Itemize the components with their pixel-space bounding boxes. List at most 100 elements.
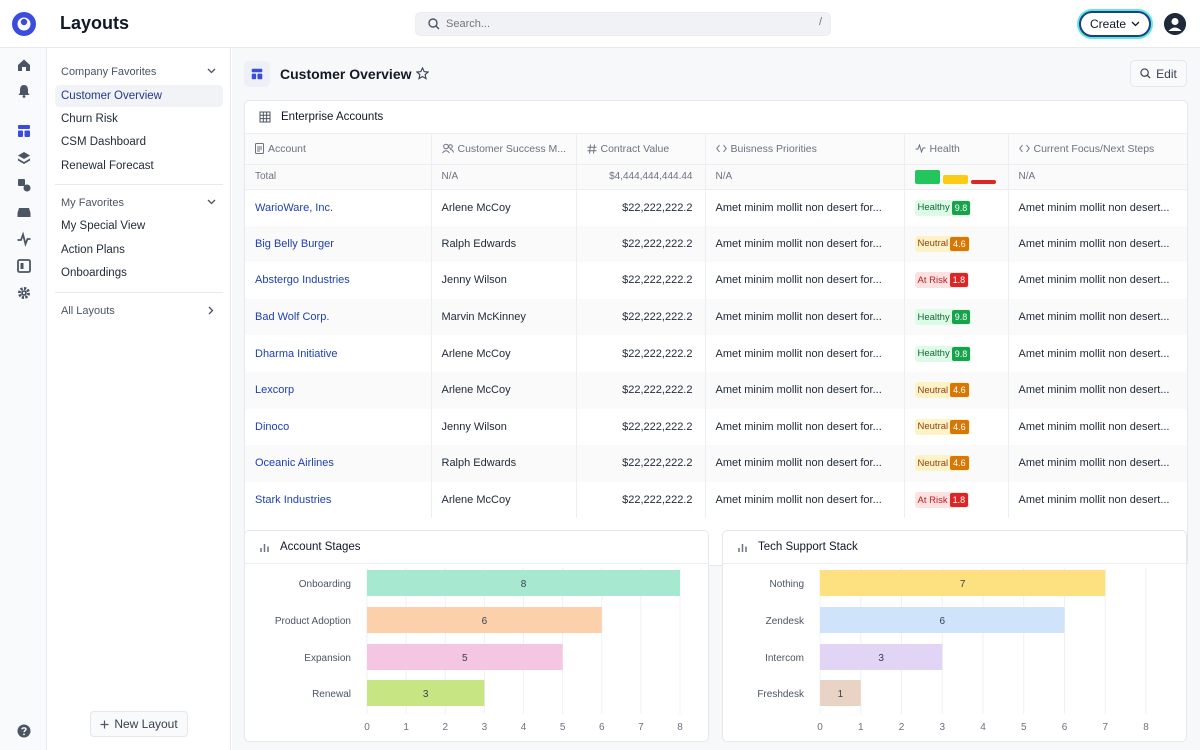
health-score: 9.8 <box>951 310 971 325</box>
table-row[interactable]: WarioWare, Inc. Arlene McCoy $22,222,222.2… <box>245 189 1187 226</box>
health-badge[interactable]: Neutral 4.6 <box>914 235 970 252</box>
layouts-sidebar: Company Favorites Customer Overview Chur… <box>47 48 231 750</box>
health-label: Neutral <box>917 238 949 250</box>
health-cell: Neutral 4.6 <box>904 225 1009 263</box>
csm-cell: Arlene McCoy <box>431 335 577 372</box>
column-header[interactable]: Health <box>904 134 1009 165</box>
table-row[interactable]: Abstergo Industries Jenny Wilson $22,222,2… <box>245 262 1187 299</box>
health-score: 9.8 <box>951 200 971 215</box>
panel-icon[interactable] <box>16 258 32 274</box>
plus-icon <box>100 720 109 728</box>
chevron-down-icon <box>1131 21 1140 27</box>
total-priorities: N/A <box>705 164 905 190</box>
divider <box>55 184 223 185</box>
gear-icon[interactable] <box>16 285 32 301</box>
sidebar-item-customer-overview[interactable]: Customer Overview <box>55 85 223 107</box>
health-score: 4.6 <box>950 419 969 434</box>
health-score: 4.6 <box>950 236 969 251</box>
layers-icon[interactable] <box>16 150 32 166</box>
edit-button[interactable]: Edit <box>1130 60 1187 87</box>
star-icon[interactable] <box>416 67 429 80</box>
sidebar-item-csm-dashboard[interactable]: CSM Dashboard <box>55 131 223 153</box>
account-link[interactable]: Bad Wolf Corp. <box>245 298 432 336</box>
inbox-icon[interactable] <box>16 204 32 220</box>
account-link[interactable]: Big Belly Burger <box>245 225 432 263</box>
card-header: Account Stages <box>245 531 708 564</box>
health-badge[interactable]: Healthy 9.8 <box>914 309 972 326</box>
focus-cell: Amet minim mollit non desert... <box>1008 225 1187 263</box>
x-tick-label: 0 <box>817 722 823 733</box>
health-badge[interactable]: Healthy 9.8 <box>914 345 972 362</box>
table-row[interactable]: Big Belly Burger Ralph Edwards $22,222,222… <box>245 225 1187 263</box>
search-input[interactable] <box>446 16 786 32</box>
csm-cell: Arlene McCoy <box>431 371 577 409</box>
table-row[interactable]: Lexcorp Arlene McCoy $22,222,222.2 Amet min… <box>245 371 1187 409</box>
create-button[interactable]: Create <box>1079 11 1151 37</box>
priorities-cell: Amet minim mollit non desert for... <box>705 335 905 372</box>
account-link[interactable]: Dharma Initiative <box>245 335 432 372</box>
health-badge[interactable]: At Risk 1.8 <box>914 492 970 509</box>
chevron-right-icon[interactable] <box>208 306 214 315</box>
total-focus: N/A <box>1008 164 1187 190</box>
column-header[interactable]: Contract Value <box>576 134 706 165</box>
company-favorites-title[interactable]: Company Favorites <box>61 66 156 78</box>
new-layout-button[interactable]: New Layout <box>90 711 188 737</box>
search-bar[interactable]: / <box>415 12 831 36</box>
activity-icon[interactable] <box>16 231 32 247</box>
column-header[interactable]: Account <box>245 134 432 165</box>
account-link[interactable]: Abstergo Industries <box>245 262 432 299</box>
focus-cell: Amet minim mollit non desert... <box>1018 420 1170 433</box>
bar-value-label: 3 <box>423 689 429 700</box>
account-link[interactable]: Stark Industries <box>245 481 432 519</box>
priorities-cell: Amet minim mollit non desert for... <box>705 371 905 409</box>
app-logo-icon[interactable] <box>11 11 37 37</box>
sidebar-item-action-plans[interactable]: Action Plans <box>55 239 223 261</box>
my-favorites-title[interactable]: My Favorites <box>61 197 124 209</box>
category-label: Product Adoption <box>275 616 351 627</box>
category-label: Onboarding <box>299 579 351 590</box>
bell-icon[interactable] <box>16 83 32 99</box>
table-header-row: Account Customer Success M... Contract V… <box>245 134 1187 165</box>
health-badge[interactable]: Healthy 9.8 <box>914 199 972 216</box>
health-badge[interactable]: Neutral 4.6 <box>914 455 970 472</box>
column-header[interactable]: Current Focus/Next Steps <box>1008 134 1187 165</box>
chevron-down-icon[interactable] <box>207 199 216 205</box>
priorities-cell: Amet minim mollit non desert for... <box>705 262 905 299</box>
bar-chart-icon <box>738 543 747 552</box>
focus-cell: Amet minim mollit non desert... <box>1008 298 1187 336</box>
x-tick-label: 2 <box>899 722 905 733</box>
sidebar-item-renewal-forecast[interactable]: Renewal Forecast <box>55 155 223 177</box>
column-header[interactable]: Customer Success M... <box>431 134 577 165</box>
user-avatar-icon[interactable] <box>1164 13 1186 35</box>
table-row[interactable]: Dinoco Jenny Wilson $22,222,222.2 Amet mini… <box>245 408 1187 446</box>
account-link[interactable]: Lexcorp <box>245 371 432 409</box>
focus-cell: Amet minim mollit non desert... <box>1018 494 1170 507</box>
top-bar: Layouts / Create <box>0 0 1200 48</box>
health-badge[interactable]: Neutral 4.6 <box>914 382 970 399</box>
page-title: Customer Overview <box>280 66 412 82</box>
table-row[interactable]: Oceanic Airlines Ralph Edwards $22,222,222… <box>245 445 1187 482</box>
x-tick-label: 3 <box>939 722 945 733</box>
layouts-icon[interactable] <box>16 123 32 139</box>
health-score: 1.8 <box>949 493 969 508</box>
account-link[interactable]: WarioWare, Inc. <box>245 189 432 226</box>
account-link[interactable]: Dinoco <box>245 408 432 446</box>
card-title: Enterprise Accounts <box>281 111 384 123</box>
all-layouts-link[interactable]: All Layouts <box>61 305 115 317</box>
health-badge[interactable]: At Risk 1.8 <box>914 272 970 289</box>
table-row[interactable]: Stark Industries Arlene McCoy $22,222,222.… <box>245 481 1187 519</box>
sidebar-item-churn-risk[interactable]: Churn Risk <box>55 108 223 130</box>
help-icon[interactable] <box>16 723 32 739</box>
chevron-down-icon[interactable] <box>207 68 216 74</box>
health-badge[interactable]: Neutral 4.6 <box>914 418 970 435</box>
table-row[interactable]: Dharma Initiative Arlene McCoy $22,222,222… <box>245 335 1187 372</box>
sidebar-item-my-special-view[interactable]: My Special View <box>55 215 223 237</box>
account-link[interactable]: Oceanic Airlines <box>245 445 432 482</box>
sidebar-item-onboardings[interactable]: Onboardings <box>55 262 223 284</box>
shapes-icon[interactable] <box>16 177 32 193</box>
home-icon[interactable] <box>16 57 32 73</box>
bar-value-label: 1 <box>838 689 844 700</box>
x-tick-label: 3 <box>482 722 488 733</box>
table-row[interactable]: Bad Wolf Corp. Marvin McKinney $22,222,222… <box>245 298 1187 336</box>
column-header[interactable]: Buisness Priorities <box>705 134 905 165</box>
